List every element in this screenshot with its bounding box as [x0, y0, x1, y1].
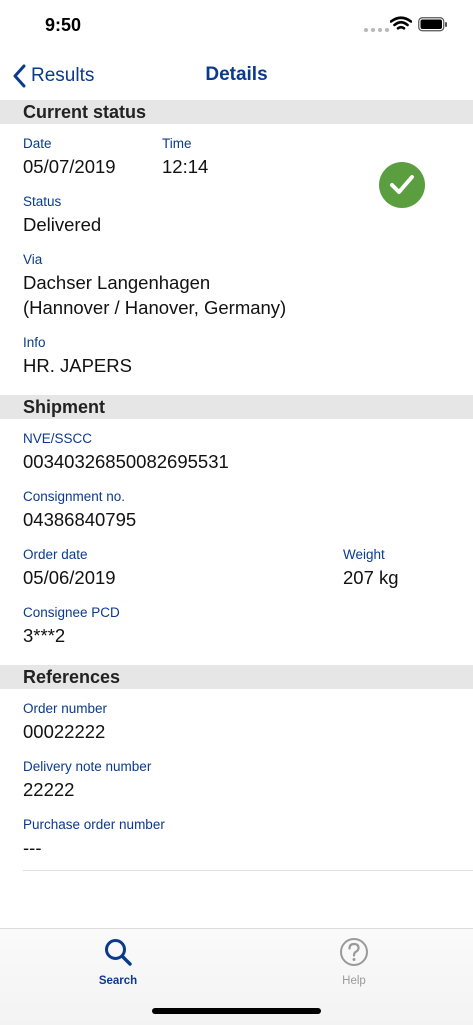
search-icon — [105, 939, 132, 966]
section-header-references: References — [0, 665, 473, 689]
consignee-pcd-field: Consignee PCD 3***2 — [23, 605, 450, 648]
tab-help[interactable]: Help — [314, 937, 394, 987]
info-label: Info — [23, 335, 46, 350]
delivered-badge — [379, 162, 425, 208]
details-content: Current status Date 05/07/2019 Time 12:1… — [0, 100, 473, 888]
current-status-section: Date 05/07/2019 Time 12:14 Status Delive… — [0, 124, 473, 395]
consignee-pcd-label: Consignee PCD — [23, 605, 120, 620]
consignee-pcd-value: 3***2 — [23, 625, 66, 646]
status-value: Delivered — [23, 214, 102, 235]
consignment-field: Consignment no. 04386840795 — [23, 489, 450, 532]
order-date-label: Order date — [23, 547, 88, 562]
shipment-section: NVE/SSCC 00340326850082695531 Consignmen… — [0, 419, 473, 665]
delivery-note-label: Delivery note number — [23, 759, 152, 774]
info-value: HR. JAPERS — [23, 355, 132, 376]
order-date-field: Order date 05/06/2019 — [23, 547, 343, 590]
weight-field: Weight 207 kg — [343, 547, 399, 590]
wifi-icon — [390, 16, 412, 30]
via-value-line1: Dachser Langenhagen — [23, 272, 211, 293]
section-header-shipment: Shipment — [0, 395, 473, 419]
order-number-field: Order number 00022222 — [23, 701, 450, 744]
date-field: Date 05/07/2019 — [23, 136, 162, 179]
weight-value: 207 kg — [343, 567, 399, 588]
order-number-label: Order number — [23, 701, 108, 716]
via-field: Via Dachser Langenhagen (Hannover / Hano… — [23, 252, 450, 320]
page-title: Details — [205, 64, 268, 85]
home-indicator — [152, 1008, 321, 1014]
nve-label: NVE/SSCC — [23, 431, 93, 446]
tab-search-label: Search — [98, 975, 138, 987]
date-label: Date — [23, 136, 52, 151]
nve-value: 00340326850082695531 — [23, 451, 229, 472]
info-field: Info HR. JAPERS — [23, 335, 450, 378]
references-section: Order number 00022222 Delivery note numb… — [0, 689, 473, 888]
navigation-bar: Results Details — [0, 52, 473, 101]
time-label: Time — [162, 136, 192, 151]
status-time: 9:50 — [45, 15, 82, 35]
battery-icon — [418, 17, 447, 32]
purchase-order-field: Purchase order number --- — [23, 817, 473, 871]
delivery-note-value: 22222 — [23, 779, 75, 800]
delivery-note-field: Delivery note number 22222 — [23, 759, 450, 802]
via-value-line2: (Hannover / Hanover, Germany) — [23, 297, 287, 318]
date-value: 05/07/2019 — [23, 156, 116, 177]
weight-label: Weight — [343, 547, 385, 562]
checkmark-icon — [390, 175, 414, 194]
tab-search[interactable]: Search — [78, 937, 158, 987]
purchase-order-value: --- — [23, 837, 42, 858]
consignment-value: 04386840795 — [23, 509, 137, 530]
order-number-value: 00022222 — [23, 721, 106, 742]
order-date-value: 05/06/2019 — [23, 567, 116, 588]
time-value: 12:14 — [162, 156, 209, 177]
help-icon — [340, 938, 368, 966]
purchase-order-label: Purchase order number — [23, 817, 165, 832]
signal-icon — [364, 28, 389, 32]
tab-help-label: Help — [342, 975, 366, 987]
nve-field: NVE/SSCC 00340326850082695531 — [23, 431, 450, 474]
section-header-current-status: Current status — [0, 100, 473, 124]
time-field: Time 12:14 — [162, 136, 208, 179]
consignment-label: Consignment no. — [23, 489, 126, 504]
via-label: Via — [23, 252, 43, 267]
status-bar: 9:50 — [0, 0, 473, 52]
